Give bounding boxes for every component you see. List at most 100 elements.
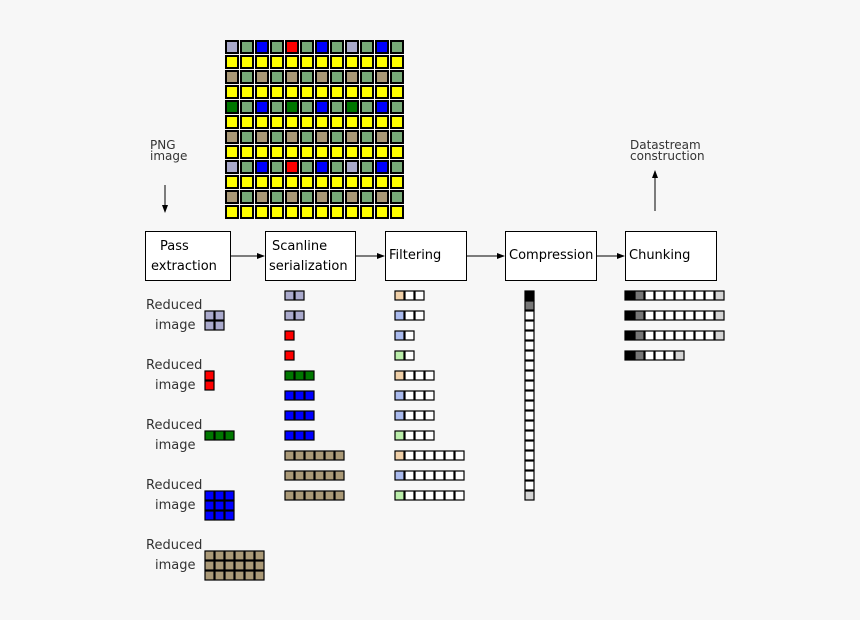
- scanline-pixel: [304, 490, 315, 501]
- chunk-byte: [664, 310, 675, 321]
- compressed-byte: [524, 320, 535, 331]
- filter-type-byte: [394, 310, 405, 321]
- filtered-byte: [424, 450, 435, 461]
- pixel-pass-7: [225, 115, 239, 129]
- chunk-byte: [644, 310, 655, 321]
- pixel-pass-5: [375, 70, 389, 84]
- scanline-pixel: [304, 450, 315, 461]
- pixel-pass-6: [360, 130, 374, 144]
- pixel-pass-5: [315, 70, 329, 84]
- pixel-pass-5: [255, 70, 269, 84]
- pixel-pass-6: [240, 160, 254, 174]
- chunk-byte: [674, 310, 685, 321]
- scanline-pixel: [294, 410, 305, 421]
- pixel-pass-7: [300, 175, 314, 189]
- chunk-byte: [644, 290, 655, 301]
- reduced-pixel-pass-4: [214, 500, 225, 511]
- compressed-stream: [524, 290, 535, 501]
- serialized-scanlines: [284, 290, 345, 501]
- pixel-pass-5: [255, 190, 269, 204]
- pixel-pass-1: [345, 40, 359, 54]
- pixel-pass-7: [240, 175, 254, 189]
- chunk-byte: [704, 310, 715, 321]
- reduced-pixel-pass-5: [234, 570, 245, 581]
- pixel-pass-7: [330, 175, 344, 189]
- chunk-byte: [694, 290, 705, 301]
- scanline-pixel: [314, 470, 325, 481]
- pixel-pass-7: [285, 115, 299, 129]
- pixel-pass-6: [390, 130, 404, 144]
- filtered-byte: [454, 470, 465, 481]
- scanline-pixel: [294, 310, 305, 321]
- pixel-pass-6: [300, 160, 314, 174]
- pixel-pass-6: [360, 40, 374, 54]
- filtered-byte: [424, 410, 435, 421]
- reduced-pixel-pass-5: [204, 550, 215, 561]
- reduced-label-line: Reduced: [146, 538, 203, 553]
- reduced-pixel-pass-5: [214, 550, 225, 561]
- pixel-pass-7: [255, 145, 269, 159]
- scanline-pixel: [284, 310, 295, 321]
- stage-scanline-serialization: Scanline serialization: [265, 231, 356, 281]
- scanline-pixel: [304, 410, 315, 421]
- pixel-pass-7: [360, 205, 374, 219]
- pixel-pass-7: [345, 175, 359, 189]
- chunk-byte: [624, 290, 635, 301]
- pixel-pass-6: [390, 70, 404, 84]
- reduced-image-label: Reduced image: [146, 476, 202, 516]
- filter-type-byte: [394, 490, 405, 501]
- reduced-pixel-pass-4: [224, 510, 235, 521]
- pixel-pass-7: [375, 205, 389, 219]
- reduced-pixel-pass-4: [204, 500, 215, 511]
- filter-type-byte: [394, 430, 405, 441]
- pixel-pass-6: [330, 190, 344, 204]
- reduced-pixel-pass-5: [204, 560, 215, 571]
- pixel-pass-3: [285, 100, 299, 114]
- scanline-pixel: [294, 490, 305, 501]
- stage-compression: Compression: [505, 231, 597, 281]
- pixel-pass-6: [240, 130, 254, 144]
- compressed-byte: [524, 460, 535, 471]
- filtered-byte: [424, 390, 435, 401]
- scanline-pixel: [284, 390, 295, 401]
- filter-type-byte: [394, 410, 405, 421]
- pixel-pass-3: [345, 100, 359, 114]
- pixel-pass-7: [240, 115, 254, 129]
- pixel-pass-7: [345, 115, 359, 129]
- chunk-byte: [654, 290, 665, 301]
- pixel-pass-7: [315, 55, 329, 69]
- reduced-pixel-pass-3: [224, 430, 235, 441]
- chunk-byte: [714, 290, 725, 301]
- reduced-pixel-pass-2: [204, 380, 215, 391]
- pixel-pass-7: [270, 85, 284, 99]
- reduced-label-line: image: [155, 558, 196, 573]
- filtered-byte: [434, 470, 445, 481]
- filtered-byte: [444, 450, 455, 461]
- pixel-pass-7: [270, 145, 284, 159]
- pixel-pass-7: [300, 55, 314, 69]
- filtered-byte: [424, 430, 435, 441]
- pixel-pass-6: [270, 160, 284, 174]
- scanline-pixel: [284, 450, 295, 461]
- reduced-pixel-pass-3: [204, 430, 215, 441]
- pixel-pass-7: [330, 115, 344, 129]
- pixel-pass-4: [315, 160, 329, 174]
- compressed-byte: [524, 390, 535, 401]
- filtered-byte: [444, 490, 455, 501]
- reduced-pixel-pass-5: [224, 560, 235, 571]
- reduced-pixel-pass-5: [254, 570, 265, 581]
- reduced-pixel-pass-4: [214, 510, 225, 521]
- pixel-pass-7: [300, 205, 314, 219]
- reduced-pixel-pass-5: [244, 560, 255, 571]
- reduced-pixel-pass-1: [204, 310, 215, 321]
- scanline-pixel: [294, 450, 305, 461]
- reduced-image-label: Reduced image: [146, 296, 202, 336]
- pixel-pass-7: [285, 175, 299, 189]
- pixel-pass-6: [360, 100, 374, 114]
- compressed-byte: [524, 480, 535, 491]
- pixel-pass-7: [225, 175, 239, 189]
- pixel-pass-7: [345, 85, 359, 99]
- pixel-pass-6: [300, 70, 314, 84]
- filter-type-byte: [394, 370, 405, 381]
- reduced-pixel-pass-5: [234, 550, 245, 561]
